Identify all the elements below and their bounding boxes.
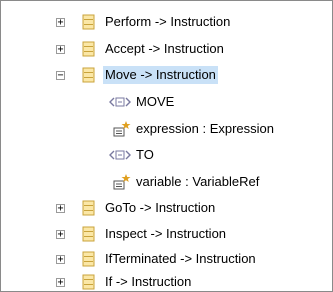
type-rule-icon xyxy=(82,200,95,216)
tree-node-keyword-move[interactable]: MOVE xyxy=(1,92,331,112)
tree-node-label: Perform -> Instruction xyxy=(105,14,231,29)
type-rule-icon xyxy=(82,226,95,242)
collapse-toggle[interactable]: − xyxy=(56,71,65,81)
keyword-icon xyxy=(109,150,131,160)
tree-node-if[interactable]: + If -> Instruction xyxy=(1,272,331,292)
tree-node-label: Move -> Instruction xyxy=(103,66,218,84)
expand-toggle[interactable]: + xyxy=(56,230,65,240)
tree-node-label: TO xyxy=(136,147,154,162)
tree-node-label: variable : VariableRef xyxy=(136,174,260,189)
type-rule-icon xyxy=(82,67,95,83)
tree-node-label: GoTo -> Instruction xyxy=(105,200,216,215)
tree-node-label: Accept -> Instruction xyxy=(105,41,224,56)
expand-toggle[interactable]: + xyxy=(56,278,65,288)
tree-node-assignment-expression[interactable]: expression : Expression xyxy=(1,119,331,139)
tree-node-perform[interactable]: + Perform -> Instruction xyxy=(1,12,331,32)
tree-node-assignment-variable[interactable]: variable : VariableRef xyxy=(1,172,331,192)
expand-toggle[interactable]: + xyxy=(56,255,65,265)
expand-toggle[interactable]: + xyxy=(56,204,65,214)
tree-node-goto[interactable]: + GoTo -> Instruction xyxy=(1,198,331,218)
tree-node-label: expression : Expression xyxy=(136,121,275,136)
assignment-icon xyxy=(113,174,131,190)
type-rule-icon xyxy=(82,251,95,267)
expand-toggle[interactable]: + xyxy=(56,18,65,28)
tree-node-label: If -> Instruction xyxy=(105,274,192,289)
tree-node-ifterminated[interactable]: + IfTerminated -> Instruction xyxy=(1,249,331,269)
assignment-icon xyxy=(113,121,131,137)
type-rule-icon xyxy=(82,14,95,30)
tree-node-label: IfTerminated -> Instruction xyxy=(105,251,256,266)
grammar-outline-tree[interactable]: + Perform -> Instruction + Accept -> Ins… xyxy=(0,0,333,292)
type-rule-icon xyxy=(82,274,95,290)
keyword-icon xyxy=(109,97,131,107)
tree-node-label: MOVE xyxy=(136,94,175,109)
expand-toggle[interactable]: + xyxy=(56,45,65,55)
tree-node-label: Inspect -> Instruction xyxy=(105,226,227,241)
tree-node-inspect[interactable]: + Inspect -> Instruction xyxy=(1,224,331,244)
type-rule-icon xyxy=(82,41,95,57)
tree-node-keyword-to[interactable]: TO xyxy=(1,145,331,165)
tree-node-accept[interactable]: + Accept -> Instruction xyxy=(1,39,331,59)
tree-node-move[interactable]: − Move -> Instruction xyxy=(1,65,331,85)
